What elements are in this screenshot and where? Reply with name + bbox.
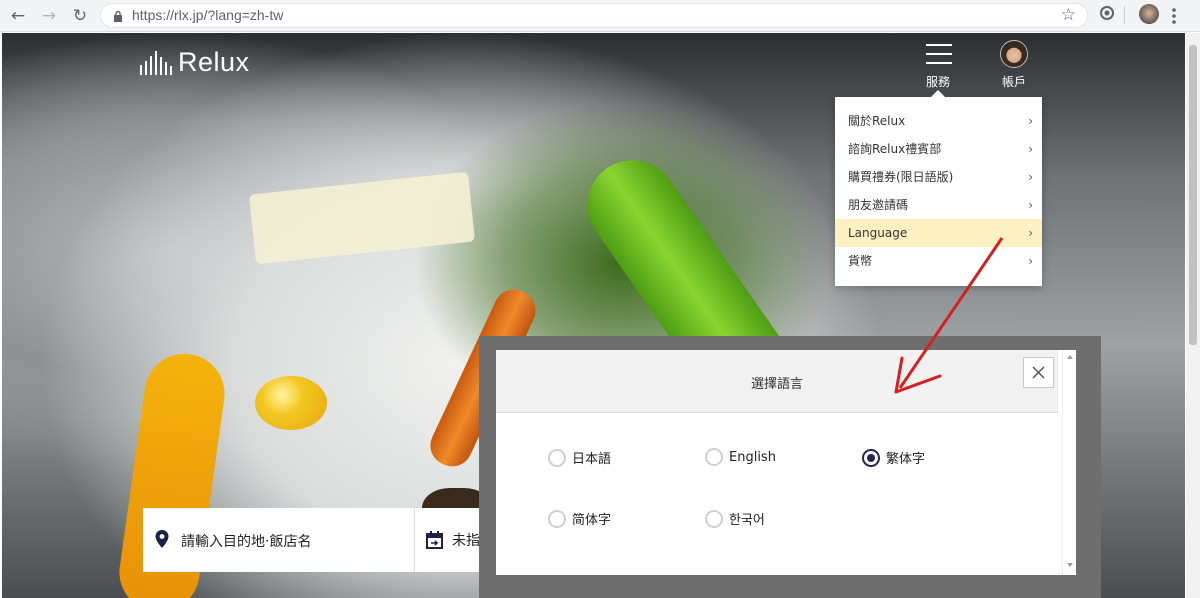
date-picker[interactable]: 未指 (452, 530, 480, 550)
menu-item-concierge[interactable]: 諮詢Relux禮賓部 › (835, 135, 1042, 163)
services-label[interactable]: 服務 (926, 73, 950, 90)
annotation-arrow (894, 237, 1004, 394)
hamburger-menu-icon[interactable] (926, 44, 952, 64)
chevron-right-icon: › (1028, 254, 1033, 268)
account-label[interactable]: 帳戶 (1002, 73, 1026, 90)
language-option-label: English (729, 449, 776, 465)
lock-icon (114, 10, 122, 22)
toolbar-divider (1124, 6, 1125, 24)
hotel-search-bar: 請輸入目的地‧飯店名 未指 (143, 508, 483, 572)
radio-button[interactable] (548, 448, 566, 467)
destination-input[interactable]: 請輸入目的地‧飯店名 (181, 531, 311, 551)
address-bar[interactable]: https://rlx.jp/?lang=zh-tw ☆ (100, 3, 1088, 28)
chevron-right-icon: › (1028, 114, 1033, 128)
language-option-simplified-chinese[interactable]: 简体字 (548, 509, 611, 528)
language-option-korean[interactable]: 한국어 (705, 509, 765, 528)
menu-item-about[interactable]: 關於Relux › (835, 107, 1042, 135)
page-scrollbar[interactable] (1186, 33, 1200, 598)
menu-item-label: 諮詢Relux禮賓部 (848, 142, 942, 156)
menu-item-label: 關於Relux (848, 114, 906, 128)
forward-icon[interactable]: → (38, 5, 60, 27)
language-option-label: 简体字 (572, 513, 612, 528)
search-divider (414, 508, 415, 572)
hero-decor-yolk (255, 376, 327, 430)
language-option-label: 繁体字 (886, 452, 926, 467)
language-option-japanese[interactable]: 日本語 (548, 448, 611, 467)
menu-item-label: 貨幣 (848, 254, 873, 268)
logo-text: Relux (178, 47, 250, 77)
language-option-traditional-chinese[interactable]: 繁体字 (862, 448, 925, 467)
reload-icon[interactable]: ↻ (69, 5, 91, 27)
radio-button[interactable] (548, 509, 566, 528)
browser-toolbar: ← → ↻ https://rlx.jp/?lang=zh-tw ☆ (0, 0, 1200, 32)
menu-item-invite-code[interactable]: 朋友邀請碼 › (835, 191, 1042, 219)
radio-button-selected[interactable] (862, 448, 880, 467)
radio-button[interactable] (705, 448, 723, 466)
language-option-label: 日本語 (572, 452, 612, 467)
account-avatar[interactable] (1000, 40, 1028, 68)
url-text: https://rlx.jp/?lang=zh-tw (132, 7, 284, 23)
language-option-label: 한국어 (729, 513, 765, 528)
scroll-down-icon[interactable] (1067, 563, 1073, 567)
map-pin-icon (155, 530, 169, 548)
scroll-up-icon[interactable] (1067, 355, 1073, 359)
page-scrollbar-thumb[interactable] (1189, 45, 1197, 345)
chevron-right-icon: › (1028, 226, 1033, 240)
chevron-right-icon: › (1028, 170, 1033, 184)
calendar-icon (426, 531, 443, 549)
menu-item-gift-voucher[interactable]: 購買禮券(限日語版) › (835, 163, 1042, 191)
profile-avatar[interactable] (1139, 4, 1159, 24)
dialog-scrollbar[interactable] (1062, 350, 1076, 575)
extension-icon[interactable] (1099, 5, 1115, 21)
menu-item-label: 購買禮券(限日語版) (848, 170, 954, 184)
close-icon (1032, 366, 1045, 379)
hero-decor-leaf (248, 171, 476, 265)
radio-button[interactable] (705, 509, 723, 528)
more-options-icon[interactable] (1171, 7, 1177, 25)
chevron-right-icon: › (1028, 142, 1033, 156)
bookmark-star-icon[interactable]: ☆ (1061, 5, 1076, 25)
menu-item-label: 朋友邀請碼 (848, 198, 909, 212)
relux-logo[interactable]: Relux (140, 47, 250, 78)
chevron-right-icon: › (1028, 198, 1033, 212)
logo-mark-icon (140, 50, 172, 75)
back-icon[interactable]: ← (7, 5, 29, 27)
language-option-english[interactable]: English (705, 448, 776, 466)
close-button[interactable] (1023, 357, 1054, 388)
